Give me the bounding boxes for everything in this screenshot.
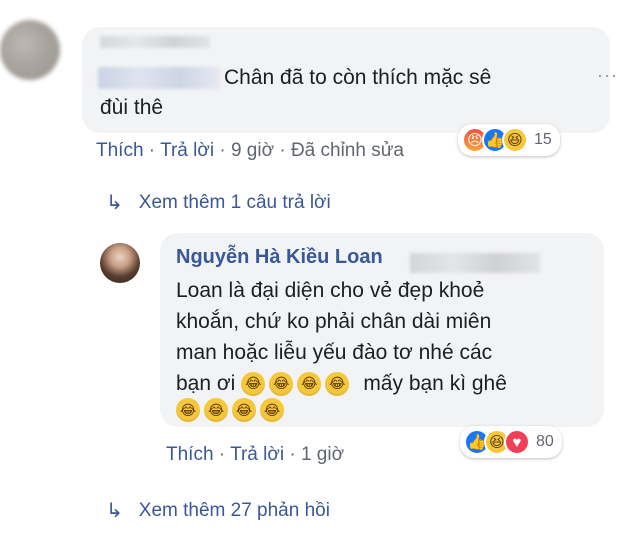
reaction-count: 15: [534, 131, 552, 148]
comment-text-fragment: mấy bạn kì ghê: [363, 372, 507, 395]
comment-text-line: khoắn, chứ ko phải chân dài miên: [176, 310, 492, 333]
laughing-tears-icon: 😂: [204, 398, 228, 422]
avatar[interactable]: [100, 243, 140, 283]
laugh-emoji-group: 😂 😂 😂 😂: [241, 371, 353, 396]
like-link[interactable]: Thích: [166, 444, 214, 465]
comment-text-line: Chân đã to còn thích mặc sê: [224, 66, 492, 89]
mention-tag-blurred[interactable]: [98, 67, 220, 89]
love-icon: ♥: [504, 429, 530, 455]
view-more-replies-text: Xem thêm 1 câu trả lời: [138, 191, 331, 213]
separator: ·: [284, 444, 301, 465]
haha-icon: 😆: [502, 127, 528, 153]
more-options-icon[interactable]: ···: [597, 66, 619, 84]
author-name[interactable]: Nguyễn Hà Kiều Loan: [176, 246, 383, 269]
view-more-replies-text: Xem thêm 27 phản hồi: [138, 499, 330, 521]
reactions-summary[interactable]: 😠 👍 😆 15: [458, 124, 560, 156]
reply-arrow-icon: ↳: [106, 500, 123, 522]
comment-meta: Thích · Trả lời · 1 giờ: [166, 444, 344, 466]
separator: ·: [143, 140, 161, 161]
edited-label[interactable]: Đã chỉnh sửa: [291, 140, 404, 161]
reply-link[interactable]: Trả lời: [160, 140, 214, 161]
laughing-tears-icon: 😂: [176, 398, 200, 422]
author-name-blurred[interactable]: [100, 36, 210, 48]
reply-link[interactable]: Trả lời: [230, 444, 284, 465]
comment-text-line: đùi thê: [100, 96, 164, 119]
comment-text-line: Loan là đại diện cho vẻ đẹp khoẻ: [176, 279, 485, 302]
laughing-tears-icon: 😂: [241, 371, 266, 396]
view-more-replies-link[interactable]: ↳ Xem thêm 27 phản hồi: [106, 498, 330, 523]
view-more-replies-link[interactable]: ↳ Xem thêm 1 câu trả lời: [106, 190, 331, 215]
reactions-summary[interactable]: 👍 😆 ♥ 80: [460, 426, 562, 458]
separator: ·: [274, 140, 291, 161]
avatar-blurred[interactable]: [0, 20, 60, 80]
timestamp[interactable]: 9 giờ: [231, 140, 274, 161]
laughing-tears-icon: 😂: [260, 398, 284, 422]
laughing-tears-icon: 😂: [232, 398, 256, 422]
timestamp[interactable]: 1 giờ: [301, 444, 344, 465]
separator: ·: [213, 444, 231, 465]
author-badge-blurred: [410, 253, 540, 273]
reply-arrow-icon: ↳: [106, 192, 123, 214]
like-link[interactable]: Thích: [96, 140, 144, 161]
laughing-tears-icon: 😂: [325, 371, 350, 396]
laughing-tears-icon: 😂: [297, 371, 322, 396]
reaction-count: 80: [536, 433, 554, 450]
comment-meta: Thích · Trả lời · 9 giờ · Đã chỉnh sửa: [96, 140, 404, 162]
emoji-line: 😂 😂 😂 😂: [176, 398, 288, 422]
comment-text-line: man hoặc liễu yếu đào tơ nhé các: [176, 341, 493, 364]
separator: ·: [214, 140, 231, 161]
comment-text-line: bạn ơi 😂 😂 😂 😂 mấy bạn kì ghê: [176, 368, 507, 399]
laughing-tears-icon: 😂: [269, 371, 294, 396]
